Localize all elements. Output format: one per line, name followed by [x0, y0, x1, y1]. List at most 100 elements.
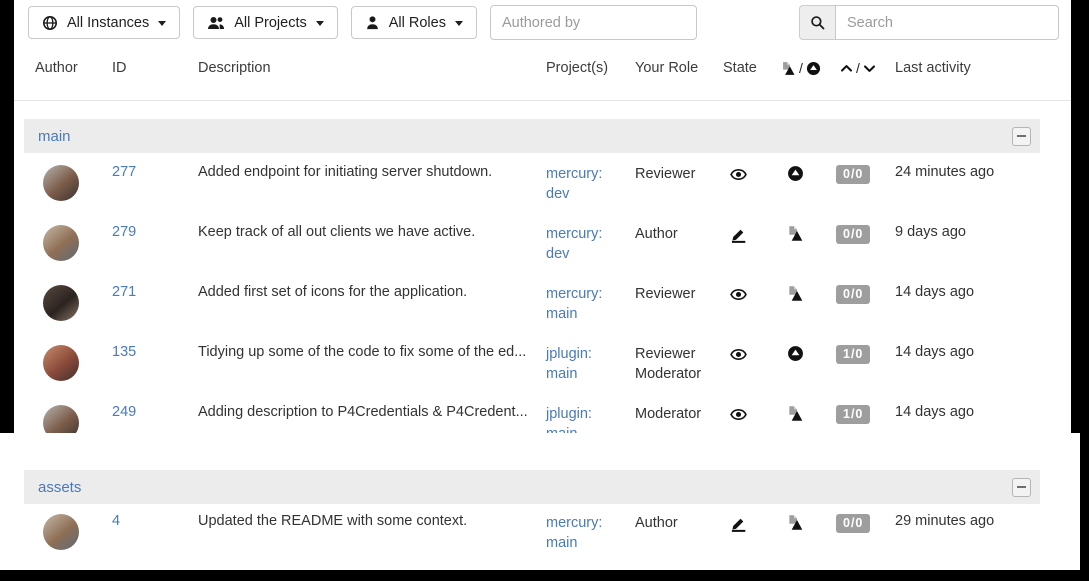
id-cell: 249: [112, 404, 198, 420]
tests-flag-icon: [787, 285, 804, 302]
col-projects: Project(s): [546, 60, 635, 76]
your-role-cell: Reviewer: [635, 284, 723, 304]
author-avatar[interactable]: [43, 165, 79, 201]
id-cell: 135: [112, 344, 198, 360]
id-cell: 271: [112, 284, 198, 300]
project-link[interactable]: mercury:dev: [546, 164, 635, 204]
chevron-up-icon: [840, 62, 853, 75]
review-id-link[interactable]: 4: [112, 513, 120, 529]
review-description: Updated the README with some context.: [198, 513, 546, 529]
id-cell: 279: [112, 224, 198, 240]
caret-down-icon: [158, 21, 166, 30]
last-activity: 14 days ago: [895, 344, 1071, 360]
all-projects-label: All Projects: [234, 15, 307, 31]
deploy-up-icon: [787, 345, 804, 362]
col-your-role: Your Role: [635, 60, 723, 76]
votes-cell: 0/0: [836, 224, 895, 244]
last-activity: 29 minutes ago: [895, 513, 1080, 529]
author-avatar[interactable]: [43, 405, 79, 433]
search-group: [799, 5, 1059, 40]
project-link[interactable]: mercury:dev: [546, 224, 635, 264]
author-avatar[interactable]: [43, 225, 79, 261]
project-cell: jplugin:main: [546, 404, 635, 433]
tests-cell: [781, 284, 836, 306]
review-description: Added endpoint for initiating server shu…: [198, 164, 546, 180]
review-description: Added first set of icons for the applica…: [198, 284, 546, 300]
collapse-group-button[interactable]: [1012, 478, 1031, 497]
review-row: 135 Tidying up some of the code to fix s…: [14, 333, 1071, 393]
project-cell: mercury:main: [546, 284, 635, 324]
project-link[interactable]: jplugin:main: [546, 404, 635, 433]
col-state: State: [723, 60, 781, 76]
project-link[interactable]: mercury:main: [546, 284, 635, 324]
votes-badge: 0/0: [836, 225, 870, 244]
state-cell: [723, 224, 781, 247]
review-id-link[interactable]: 279: [112, 224, 136, 240]
review-row: 271 Added first set of icons for the app…: [14, 273, 1071, 333]
col-tests-deploy: /: [781, 60, 836, 76]
your-role-cell: ReviewerModerator: [635, 344, 723, 384]
group-name-link[interactable]: main: [38, 128, 71, 145]
author-cell: [35, 513, 112, 550]
review-description: Adding description to P4Credentials & P4…: [198, 404, 546, 420]
caret-down-icon: [316, 21, 324, 30]
votes-cell: 0/0: [836, 284, 895, 304]
eye-icon: [730, 286, 747, 303]
chevron-down-icon: [863, 62, 876, 75]
separator-slash: /: [799, 60, 803, 76]
tests-cell: [781, 344, 836, 366]
votes-badge: 0/0: [836, 514, 870, 533]
author-cell: [35, 164, 112, 201]
last-activity: 9 days ago: [895, 224, 1071, 240]
minus-icon: [1017, 486, 1026, 488]
state-cell: [723, 284, 781, 307]
project-link[interactable]: mercury:main: [546, 513, 635, 553]
all-roles-dropdown[interactable]: All Roles: [351, 6, 477, 39]
col-votes: /: [836, 60, 895, 76]
reviews-panel-secondary: assets 4 Updated the README with some co…: [0, 433, 1080, 570]
review-row: 4 Updated the README with some context. …: [14, 504, 1080, 564]
group-name-link[interactable]: assets: [38, 479, 81, 496]
tests-cell: [781, 164, 836, 186]
author-cell: [35, 284, 112, 321]
people-icon: [207, 15, 225, 31]
project-cell: mercury:main: [546, 513, 635, 553]
your-role-cell: Reviewer: [635, 164, 723, 184]
project-cell: jplugin:main: [546, 344, 635, 384]
pencil-icon: [730, 515, 747, 532]
review-id-link[interactable]: 135: [112, 344, 136, 360]
review-id-link[interactable]: 277: [112, 164, 136, 180]
review-id-link[interactable]: 249: [112, 404, 136, 420]
authored-by-input[interactable]: [490, 5, 697, 40]
search-input[interactable]: [835, 5, 1059, 40]
group-header-assets: assets: [24, 470, 1040, 504]
author-avatar[interactable]: [43, 345, 79, 381]
tests-flag-icon: [787, 225, 804, 242]
author-avatar[interactable]: [43, 285, 79, 321]
all-instances-dropdown[interactable]: All Instances: [28, 6, 180, 39]
all-projects-dropdown[interactable]: All Projects: [193, 6, 338, 39]
votes-cell: 0/0: [836, 513, 895, 533]
search-addon: [799, 5, 835, 40]
eye-icon: [730, 406, 747, 423]
project-link[interactable]: jplugin:main: [546, 344, 635, 384]
pencil-icon: [730, 226, 747, 243]
tests-flag-icon: [787, 514, 804, 531]
review-id-link[interactable]: 271: [112, 284, 136, 300]
author-avatar[interactable]: [43, 514, 79, 550]
review-row: 249 Adding description to P4Credentials …: [14, 393, 1071, 433]
project-cell: mercury:dev: [546, 224, 635, 264]
last-activity: 14 days ago: [895, 284, 1071, 300]
review-row: 279 Keep track of all out clients we hav…: [14, 213, 1071, 273]
search-icon: [810, 15, 825, 30]
tests-cell: [781, 224, 836, 246]
globe-icon: [42, 15, 58, 31]
your-role-cell: Moderator: [635, 404, 723, 424]
tests-cell: [781, 404, 836, 426]
collapse-group-button[interactable]: [1012, 127, 1031, 146]
state-cell: [723, 164, 781, 187]
last-activity: 24 minutes ago: [895, 164, 1071, 180]
col-author: Author: [35, 60, 112, 76]
last-activity: 14 days ago: [895, 404, 1071, 420]
caret-down-icon: [455, 21, 463, 30]
